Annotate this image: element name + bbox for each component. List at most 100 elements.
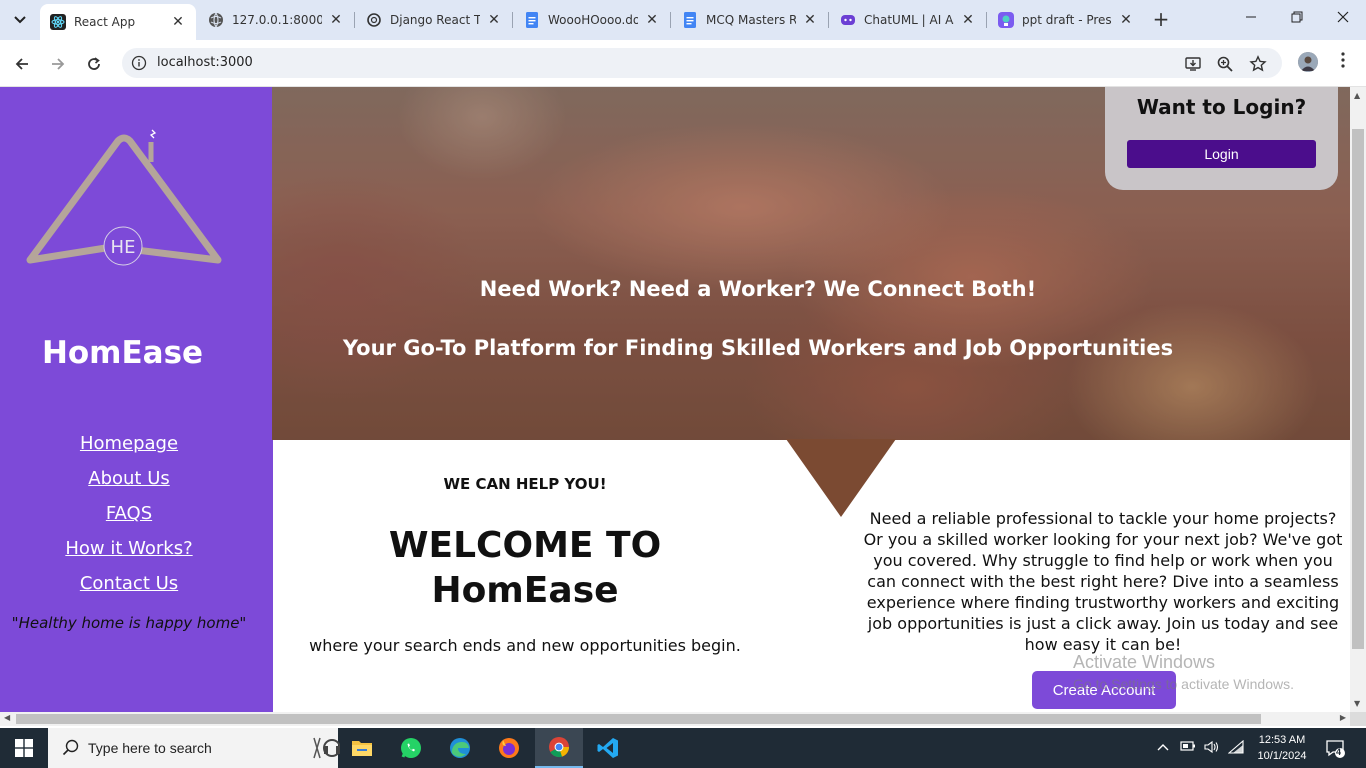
tab-separator	[354, 12, 355, 28]
canva-icon	[998, 12, 1014, 28]
vscode-icon	[597, 738, 618, 758]
brand-title: HomEase	[41, 335, 204, 371]
minimize-icon	[1246, 16, 1256, 18]
tab-search-button[interactable]	[8, 8, 32, 32]
sidebar-nav: Homepage About Us FAQS How it Works? Con…	[0, 433, 258, 608]
close-icon[interactable]: ✕	[960, 12, 976, 28]
battery-icon[interactable]	[1180, 740, 1196, 755]
folder-icon	[352, 741, 372, 756]
welcome-line-1: WELCOME TO	[388, 525, 662, 566]
description-text: Need a reliable professional to tackle y…	[863, 509, 1343, 654]
nav-link-homepage[interactable]: Homepage	[0, 433, 258, 468]
nav-link-contact-us[interactable]: Contact Us	[0, 573, 258, 608]
vertical-scrollbar[interactable]: ▲ ▼	[1350, 87, 1366, 712]
tray-overflow-icon[interactable]	[1157, 740, 1169, 754]
scroll-right-icon[interactable]: ▶	[1340, 713, 1346, 722]
tab-title: ChatUML | AI As	[864, 13, 954, 27]
bookmark-star-icon[interactable]	[1249, 55, 1267, 73]
zoom-icon[interactable]	[1216, 55, 1234, 73]
edge-icon	[450, 738, 470, 758]
nav-link-about-us[interactable]: About Us	[0, 468, 258, 503]
tab-title: ppt draft - Prese	[1022, 13, 1112, 27]
taskbar-edge[interactable]	[436, 728, 484, 768]
arrow-left-icon	[15, 58, 28, 70]
horizontal-scrollbar[interactable]: ◀ ▶	[0, 712, 1350, 726]
scroll-up-icon[interactable]: ▲	[1354, 91, 1360, 100]
minimize-button[interactable]	[1236, 8, 1266, 27]
firefox-icon	[499, 738, 519, 758]
login-button[interactable]: Login	[1127, 140, 1316, 168]
help-heading: WE CAN HELP YOU!	[443, 475, 607, 493]
tab-ppt-draft[interactable]: ppt draft - Prese ✕	[988, 4, 1144, 36]
tab-separator	[828, 12, 829, 28]
vertical-scroll-thumb[interactable]	[1352, 129, 1364, 649]
google-docs-icon	[682, 12, 698, 28]
nav-link-faqs[interactable]: FAQS	[0, 503, 258, 538]
hero-headline: Need Work? Need a Worker? We Connect Bot…	[479, 277, 1037, 301]
notification-center-button[interactable]: 4	[1325, 738, 1345, 758]
wifi-icon[interactable]	[1227, 739, 1244, 757]
tab-mcq-masters[interactable]: MCQ Masters Re ✕	[672, 4, 828, 36]
browser-menu-button[interactable]	[1335, 52, 1351, 74]
tab-react-app[interactable]: React App ✕	[40, 4, 196, 40]
start-button[interactable]	[0, 728, 48, 768]
tab-title: WoooHOooo.do	[548, 13, 638, 27]
close-icon[interactable]: ✕	[486, 12, 502, 28]
taskbar-search-box[interactable]: Type here to search	[48, 728, 341, 768]
notification-count: 4	[1336, 747, 1342, 757]
tab-separator	[512, 12, 513, 28]
new-tab-button[interactable]: +	[1150, 8, 1172, 30]
homease-logo: HE	[20, 127, 230, 277]
horizontal-scroll-thumb[interactable]	[16, 714, 1261, 724]
tab-localhost-8000[interactable]: 127.0.0.1:8000 ✕	[198, 4, 354, 36]
globe-icon	[208, 12, 224, 28]
close-window-button[interactable]	[1328, 8, 1358, 27]
page-viewport: HE HomEase Homepage About Us FAQS How it…	[0, 87, 1350, 712]
reload-icon	[88, 57, 100, 70]
google-docs-icon	[524, 12, 540, 28]
install-app-icon[interactable]	[1184, 55, 1202, 73]
forward-button[interactable]	[45, 51, 71, 77]
nav-link-how-it-works[interactable]: How it Works?	[0, 538, 258, 573]
close-icon[interactable]: ✕	[1118, 12, 1134, 28]
tab-title: MCQ Masters Re	[706, 13, 796, 27]
address-bar[interactable]: localhost:3000	[122, 48, 1282, 78]
tab-title: Django React Ta	[390, 13, 480, 27]
profile-avatar[interactable]	[1298, 52, 1318, 72]
reload-button[interactable]	[81, 51, 107, 77]
scroll-left-icon[interactable]: ◀	[4, 713, 10, 722]
restore-button[interactable]	[1282, 8, 1312, 27]
login-prompt: Want to Login?	[1136, 95, 1307, 119]
logo-initials: HE	[111, 237, 136, 258]
tab-google-doc[interactable]: WoooHOooo.do ✕	[514, 4, 670, 36]
taskbar-file-explorer[interactable]	[338, 728, 386, 768]
close-icon[interactable]: ✕	[802, 12, 818, 28]
site-info-icon[interactable]	[131, 55, 147, 71]
hero-subheadline: Your Go-To Platform for Finding Skilled …	[342, 336, 1174, 360]
taskbar-clock[interactable]: 12:53 AM 10/1/2024	[1250, 732, 1314, 764]
tab-django-react[interactable]: Django React Ta ✕	[356, 4, 512, 36]
browser-toolbar: localhost:3000	[0, 40, 1366, 87]
volume-icon[interactable]	[1204, 740, 1220, 757]
url-text[interactable]: localhost:3000	[157, 55, 253, 70]
whatsapp-icon	[401, 738, 421, 758]
scroll-down-icon[interactable]: ▼	[1354, 699, 1360, 708]
tab-title: React App	[74, 15, 136, 29]
close-icon[interactable]: ✕	[170, 14, 186, 30]
tab-separator	[986, 12, 987, 28]
taskbar-vscode[interactable]	[584, 728, 632, 768]
close-icon[interactable]: ✕	[644, 12, 660, 28]
login-card: Want to Login? Login	[1105, 87, 1338, 190]
taskbar-chrome[interactable]	[535, 728, 583, 768]
back-button[interactable]	[9, 51, 35, 77]
taskbar-whatsapp[interactable]	[387, 728, 435, 768]
close-icon[interactable]: ✕	[328, 12, 344, 28]
search-placeholder: Type here to search	[88, 740, 212, 756]
section-pointer-triangle	[786, 439, 896, 517]
tab-chatuml[interactable]: ChatUML | AI As ✕	[830, 4, 986, 36]
clock-date: 10/1/2024	[1257, 750, 1307, 762]
chatgpt-icon	[366, 12, 382, 28]
chatuml-icon	[840, 12, 856, 28]
taskbar-firefox[interactable]	[485, 728, 533, 768]
react-icon	[50, 14, 66, 30]
